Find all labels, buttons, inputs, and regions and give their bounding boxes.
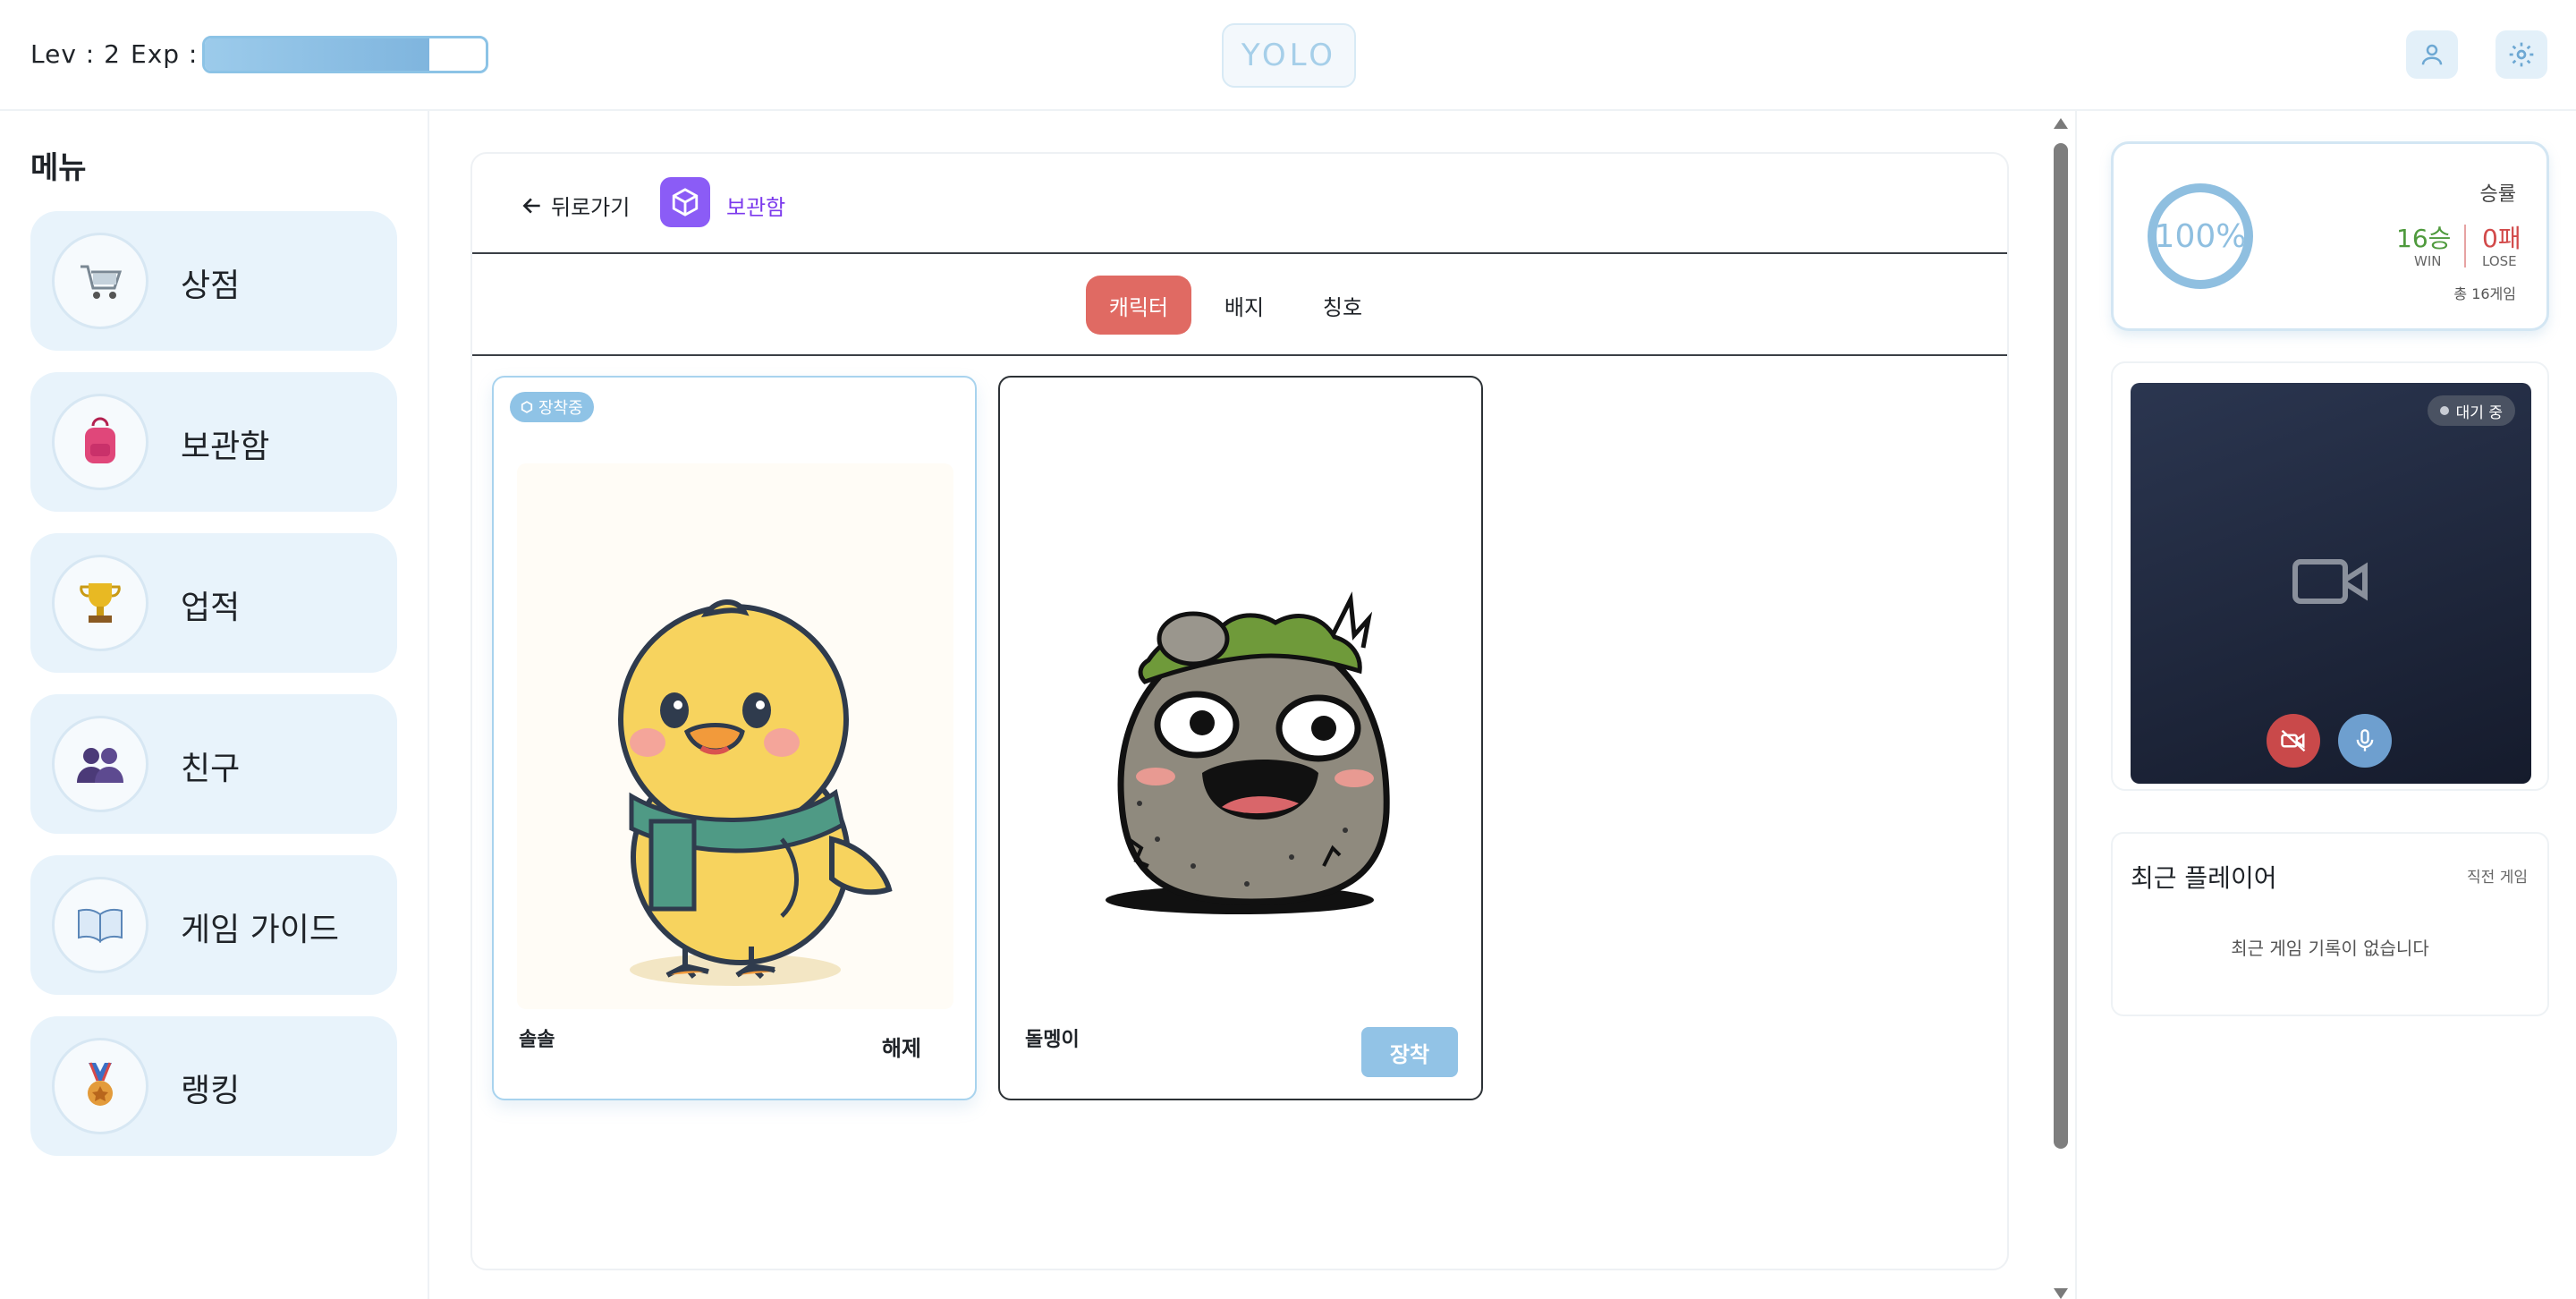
win-rate-ring: 100% (2148, 183, 2253, 289)
sidebar-item-label: 보관함 (181, 429, 270, 465)
backpack-icon (52, 394, 148, 490)
video-card: 대기 중 (2111, 361, 2549, 791)
video-preview: 대기 중 (2131, 383, 2531, 784)
right-sidebar: 100% 승률 16승 WIN 0패 LOSE 총 16게임 대기 중 최근 플… (2075, 111, 2576, 1299)
header-divider (472, 252, 2007, 254)
tabs-divider (472, 354, 2007, 356)
settings-button[interactable] (2496, 30, 2547, 79)
app-logo[interactable]: YOLO (1222, 23, 1356, 88)
level-text: Lev : 2 (30, 39, 121, 69)
scroll-down-arrow[interactable] (2054, 1288, 2068, 1299)
character-card[interactable]: 장착중 솔솔 해제 (492, 376, 977, 1100)
win-label: WIN (2414, 253, 2442, 269)
book-icon (52, 877, 148, 973)
trophy-icon (52, 555, 148, 651)
character-name: 솔솔 (519, 1029, 555, 1051)
total-games: 총 16게임 (2453, 285, 2516, 302)
character-name: 돌멩이 (1025, 1029, 1080, 1051)
tab-badge[interactable]: 배지 (1206, 276, 1283, 335)
win-rate-card: 100% 승률 16승 WIN 0패 LOSE 총 16게임 (2111, 141, 2549, 331)
camera-toggle-button[interactable] (2267, 714, 2320, 768)
sidebar: 메뉴 상점 보관함 업적 친구 게임 가이드 랭킹 (0, 111, 429, 1299)
arrow-left-icon (522, 197, 540, 214)
gear-icon (2509, 42, 2534, 67)
medal-icon (52, 1038, 148, 1134)
sidebar-item-label: 상점 (181, 267, 241, 304)
menu-title: 메뉴 (30, 150, 87, 186)
video-camera-icon (2292, 559, 2368, 604)
rock-character-image (1023, 463, 1460, 1009)
profile-button[interactable] (2406, 30, 2458, 79)
status-label: 대기 중 (2455, 403, 2503, 422)
character-card[interactable]: 돌멩이 장착 (998, 376, 1483, 1100)
scroll-up-arrow[interactable] (2054, 118, 2068, 129)
tab-title[interactable]: 칭호 (1304, 276, 1381, 335)
exp-label: Exp : (131, 39, 199, 69)
microphone-icon (2356, 729, 2374, 751)
unequip-button[interactable]: 해제 (882, 1031, 921, 1062)
hexagon-icon (521, 401, 533, 413)
user-icon (2421, 44, 2443, 65)
status-dot (2439, 406, 2449, 415)
equip-button[interactable]: 장착 (1361, 1027, 1458, 1077)
lose-count: 0패 (2482, 224, 2521, 253)
sidebar-item-guide[interactable]: 게임 가이드 (30, 855, 397, 995)
recent-players-subtitle: 직전 게임 (2467, 869, 2528, 887)
sidebar-item-label: 랭킹 (181, 1073, 241, 1109)
camera-off-icon (2281, 729, 2306, 752)
sidebar-item-label: 친구 (181, 751, 241, 787)
exp-progress-bar (202, 36, 488, 73)
mic-toggle-button[interactable] (2338, 714, 2392, 768)
sidebar-item-shop[interactable]: 상점 (30, 211, 397, 351)
back-label: 뒤로가기 (551, 195, 631, 220)
status-badge: 대기 중 (2427, 395, 2515, 426)
sidebar-item-ranking[interactable]: 랭킹 (30, 1016, 397, 1156)
scrollbar-thumb[interactable] (2054, 143, 2068, 1149)
recent-players-title: 최근 플레이어 (2131, 863, 2277, 893)
top-header: Lev : 2 Exp : YOLO (0, 0, 2576, 111)
equipped-badge: 장착중 (510, 392, 594, 422)
recent-players-empty: 최근 게임 기록이 없습니다 (2231, 938, 2429, 959)
win-count: 16승 (2396, 224, 2452, 253)
recent-players-card: 최근 플레이어 직전 게임 최근 게임 기록이 없습니다 (2111, 832, 2549, 1016)
badge-label: 장착중 (538, 399, 583, 418)
sidebar-item-inventory[interactable]: 보관함 (30, 372, 397, 512)
stat-separator (2464, 225, 2466, 267)
lose-label: LOSE (2482, 253, 2517, 269)
sidebar-item-friends[interactable]: 친구 (30, 694, 397, 834)
sidebar-item-achievements[interactable]: 업적 (30, 533, 397, 673)
tab-character[interactable]: 캐릭터 (1086, 276, 1191, 335)
friends-icon (52, 716, 148, 812)
back-button[interactable]: 뒤로가기 (521, 190, 630, 221)
duck-character-image (517, 463, 953, 1009)
win-rate-title: 승률 (2479, 183, 2516, 206)
exp-progress-fill (205, 38, 430, 71)
inventory-panel: 뒤로가기 보관함 캐릭터 배지 칭호 장착중 솔솔 해제 돌멩이 장착 (470, 152, 2009, 1270)
box-icon (660, 177, 710, 227)
sidebar-item-label: 업적 (181, 590, 241, 626)
section-title: 보관함 (726, 195, 786, 220)
sidebar-item-label: 게임 가이드 (181, 912, 340, 948)
shopping-cart-icon (52, 233, 148, 329)
